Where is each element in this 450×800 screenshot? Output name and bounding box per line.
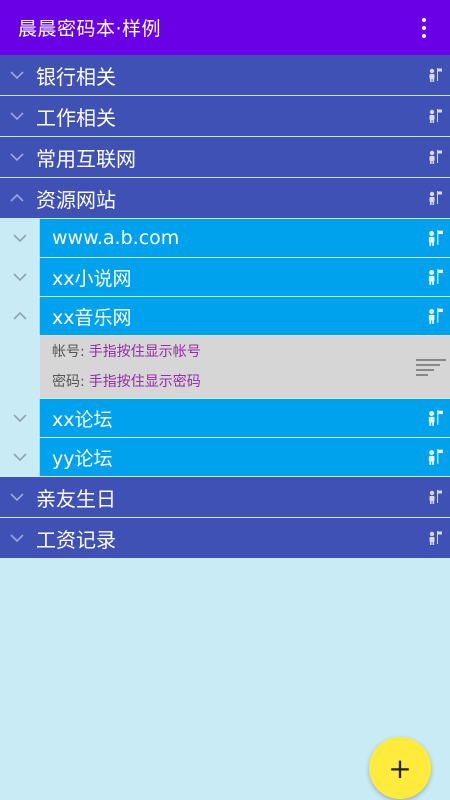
chevron-down-icon[interactable]	[0, 219, 40, 257]
app-bar: 晨晨密码本·样例	[0, 0, 450, 55]
add-button[interactable]: +	[369, 737, 431, 799]
chevron-down-icon[interactable]	[0, 96, 34, 136]
person-flag-icon[interactable]	[420, 178, 450, 218]
chevron-up-icon[interactable]	[0, 178, 34, 218]
child-row[interactable]: www.a.b.com	[0, 219, 450, 258]
person-flag-icon[interactable]	[420, 96, 450, 136]
group-row[interactable]: 工资记录	[0, 518, 450, 559]
group-label: 常用互联网	[36, 146, 136, 171]
child-row[interactable]: yy论坛	[0, 438, 450, 477]
group-label: 银行相关	[36, 64, 116, 89]
group-row[interactable]: 工作相关	[0, 96, 450, 137]
more-vert-icon[interactable]	[414, 13, 434, 43]
person-flag-icon[interactable]	[420, 307, 450, 325]
person-flag-icon[interactable]	[420, 448, 450, 466]
child-label: xx论坛	[52, 408, 113, 431]
group-row[interactable]: 银行相关	[0, 55, 450, 96]
child-label: xx小说网	[52, 267, 132, 290]
chevron-down-icon[interactable]	[0, 518, 34, 558]
group-label: 工资记录	[36, 527, 116, 552]
app-title: 晨晨密码本·样例	[18, 18, 162, 40]
person-flag-icon[interactable]	[420, 477, 450, 517]
person-flag-icon[interactable]	[420, 55, 450, 95]
child-row[interactable]: xx论坛	[0, 399, 450, 438]
password-row[interactable]: 密码: 手指按住显示密码	[52, 367, 416, 397]
person-flag-icon[interactable]	[420, 229, 450, 247]
group-row[interactable]: 常用互联网	[0, 137, 450, 178]
category-list: 银行相关 工作相关 常用互联网 资源网站 www.a.b.com xx小说网 x…	[0, 55, 450, 559]
person-flag-icon[interactable]	[420, 137, 450, 177]
sort-lines-icon[interactable]	[416, 358, 450, 376]
credential-detail: 帐号: 手指按住显示帐号 密码: 手指按住显示密码	[0, 336, 450, 399]
chevron-down-icon[interactable]	[0, 477, 34, 517]
chevron-down-icon[interactable]	[0, 55, 34, 95]
child-label: www.a.b.com	[52, 227, 180, 249]
chevron-up-icon[interactable]	[0, 297, 40, 335]
child-label: xx音乐网	[52, 306, 132, 329]
group-label: 工作相关	[36, 105, 116, 130]
person-flag-icon[interactable]	[420, 409, 450, 427]
account-value[interactable]: 手指按住显示帐号	[89, 344, 201, 360]
child-row[interactable]: xx音乐网	[0, 297, 450, 336]
person-flag-icon[interactable]	[420, 268, 450, 286]
password-value[interactable]: 手指按住显示密码	[89, 374, 201, 390]
group-label: 资源网站	[36, 187, 116, 212]
account-label: 帐号:	[52, 344, 85, 360]
person-flag-icon[interactable]	[420, 518, 450, 558]
group-row[interactable]: 亲友生日	[0, 477, 450, 518]
chevron-down-icon[interactable]	[0, 258, 40, 296]
chevron-down-icon[interactable]	[0, 137, 34, 177]
child-row[interactable]: xx小说网	[0, 258, 450, 297]
chevron-down-icon[interactable]	[0, 399, 40, 437]
child-label: yy论坛	[52, 447, 113, 470]
group-label: 亲友生日	[36, 486, 116, 511]
chevron-down-icon[interactable]	[0, 438, 40, 476]
password-label: 密码:	[52, 374, 85, 390]
account-row[interactable]: 帐号: 手指按住显示帐号	[52, 337, 416, 367]
group-row[interactable]: 资源网站	[0, 178, 450, 219]
